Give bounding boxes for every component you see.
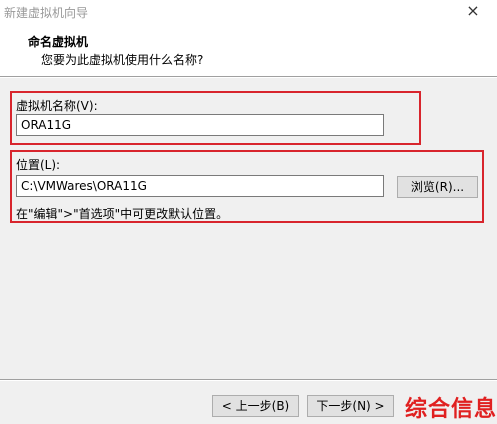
location-input[interactable]: C:\VMWares\ORA11G [16, 175, 384, 197]
location-hint: 在"编辑">"首选项"中可更改默认位置。 [16, 207, 229, 221]
window-title: 新建虚拟机向导 [4, 6, 89, 20]
title-bar[interactable]: 新建虚拟机向导 × [0, 0, 497, 24]
new-vm-wizard-dialog: 新建虚拟机向导 × 命名虚拟机 您要为此虚拟机使用什么名称? 虚拟机名称(V):… [0, 0, 497, 424]
header-divider-highlight [0, 77, 497, 78]
back-button[interactable]: < 上一步(B) [212, 395, 299, 417]
vm-name-input[interactable]: ORA11G [16, 114, 384, 136]
page-subtitle: 您要为此虚拟机使用什么名称? [41, 53, 204, 67]
footer-divider-highlight [0, 380, 497, 381]
page-title: 命名虚拟机 [28, 35, 89, 49]
vm-name-label: 虚拟机名称(V): [16, 99, 98, 113]
close-icon[interactable]: × [462, 1, 484, 21]
watermark-text: 综合信息 [405, 397, 497, 422]
browse-button[interactable]: 浏览(R)... [397, 176, 478, 198]
location-label: 位置(L): [16, 158, 61, 172]
next-button[interactable]: 下一步(N) > [307, 395, 394, 417]
wizard-header: 命名虚拟机 您要为此虚拟机使用什么名称? [0, 24, 497, 76]
